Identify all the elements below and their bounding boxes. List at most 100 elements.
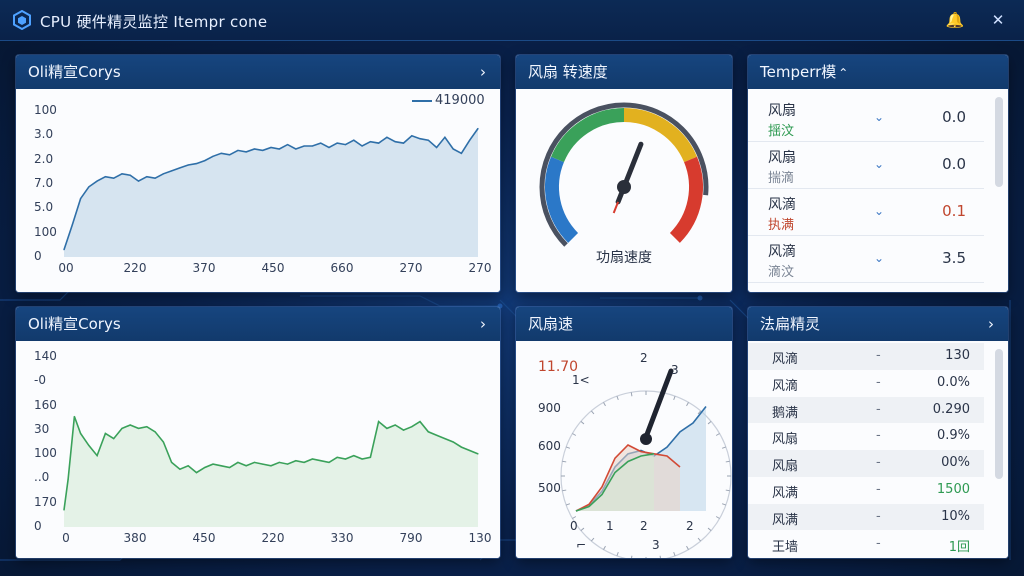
temp-list-row[interactable]: 风滴 滴汶 ⌄ 3.5 (748, 236, 984, 283)
dial-tick (673, 551, 676, 557)
x-tick-label: 330 (330, 531, 354, 545)
temp-list-row[interactable]: 风扇 揣滴 ⌄ 0.0 (748, 142, 984, 189)
dial-tick (565, 446, 571, 449)
fan-separator: - (876, 401, 881, 417)
dial-tick (721, 503, 727, 506)
data-point (469, 139, 471, 141)
y-tick-label: 100 (34, 103, 57, 117)
data-point (452, 441, 454, 443)
x-tick-label: 0 (570, 519, 578, 533)
chevron-right-icon[interactable]: › (988, 307, 994, 341)
chevron-up-icon[interactable]: ⌃ (838, 66, 848, 80)
scrollbar[interactable] (995, 349, 1003, 479)
legend-label: 419000 (435, 93, 485, 108)
fan-name: 风滴 (772, 378, 799, 394)
data-point (394, 141, 396, 143)
data-point (245, 151, 247, 153)
gauge-area: 功扇速度 (516, 89, 732, 292)
sensor-name: 风扇 (768, 150, 796, 166)
chevron-down-icon[interactable]: ⌄ (874, 110, 884, 124)
panel-header: 风扇 转速度 (516, 55, 732, 89)
panel-title: Oli精宣Corys (28, 315, 121, 333)
data-point (129, 174, 131, 176)
temp-list-row[interactable]: 风滴 执满 ⌄ 0.1 (748, 189, 984, 236)
y-tick-label: 170 (34, 494, 57, 509)
data-point (286, 463, 289, 465)
fan-name: 风满 (772, 486, 799, 501)
fan-table-row[interactable]: 风滴 - 0.0% (748, 370, 984, 397)
data-point (88, 186, 90, 188)
dial-tick (580, 420, 585, 425)
window-title: CPU 硬件精灵监控 Itempr cone (40, 13, 268, 31)
data-point (311, 458, 313, 460)
fan-table-row[interactable]: 风滴 - 130 (748, 343, 984, 370)
data-point (328, 146, 330, 149)
chevron-down-icon[interactable]: ⌄ (874, 157, 884, 171)
panel-title: Oli精宣Corys (28, 63, 121, 81)
data-point (320, 142, 322, 144)
chevron-down-icon[interactable]: ⌄ (874, 251, 884, 265)
gauge-arc-yellow (623, 108, 697, 163)
data-point (262, 149, 264, 152)
data-point (460, 152, 463, 154)
bell-icon[interactable]: 🔔 (944, 9, 966, 31)
data-point (444, 438, 446, 440)
gauge-hub (617, 180, 631, 194)
y-tick-label: 500 (538, 481, 561, 495)
fan-value: 00% (941, 455, 970, 471)
data-point (369, 141, 371, 143)
dial-tick (580, 527, 585, 532)
series-area (64, 416, 478, 527)
data-point (162, 441, 164, 443)
x-tick-label: 2 (640, 519, 648, 533)
chevron-down-icon[interactable]: ⌄ (874, 204, 884, 218)
chevron-right-icon[interactable]: › (480, 55, 486, 89)
fan-table-row[interactable]: 王墙 - 1回 (748, 531, 984, 558)
data-point (344, 458, 347, 460)
fan-table-row[interactable]: 风扇 - 00% (748, 450, 984, 477)
data-point (237, 461, 239, 463)
chevron-right-icon[interactable]: › (480, 307, 486, 341)
fan-speed-panel: 风扇速 11.70 2 3 1< 900 600 500 0 1 2 2 ⌐ 3 (516, 307, 732, 558)
data-point (237, 149, 239, 152)
data-point (195, 162, 198, 165)
scrollbar[interactable] (995, 97, 1003, 187)
dial-tick (659, 555, 661, 558)
data-point (460, 446, 463, 448)
dial-tick (562, 489, 567, 492)
fan-table-row[interactable]: 风扇 - 0.9% (748, 423, 984, 450)
chart-area: 140 -0 160 30 100 ..0 170 0 0 380 450 220 330 790 130 (16, 341, 500, 558)
cores-area-chart (63, 415, 479, 527)
fan-name: 风滴 (772, 352, 799, 367)
data-point (204, 466, 206, 469)
data-point (436, 434, 438, 436)
dial-foot-label: ⌐ (576, 538, 587, 552)
sensor-name: 风扇 (768, 103, 796, 119)
data-point (212, 155, 214, 157)
chart-legend: 419000 (412, 93, 485, 108)
fan-separator: - (876, 428, 881, 444)
dial-tick (616, 551, 619, 557)
data-point (137, 180, 140, 182)
close-icon[interactable]: ✕ (987, 9, 1009, 31)
data-point (278, 461, 280, 463)
data-point (187, 465, 189, 467)
dial-tick (686, 402, 689, 407)
data-point (336, 456, 338, 458)
fan-name: 王墙 (772, 539, 799, 555)
fan-table-row[interactable]: 风满 - 1500 (748, 477, 984, 504)
fan-value: 1500 (936, 482, 970, 497)
fan-table-row[interactable]: 风满 - 10% (748, 503, 984, 531)
fan-table-row[interactable]: 鹅满 - 0.290 (748, 396, 984, 424)
title-bar: CPU 硬件精灵监控 Itempr cone 🔔 ✕ (0, 0, 1024, 41)
fan-value: 0.0% (936, 374, 970, 390)
data-point (146, 176, 148, 178)
temp-list-row[interactable]: 风扇 揺汶 ⌄ 0.0 (748, 95, 984, 142)
dial-tick (572, 433, 577, 436)
dial-tick (707, 527, 712, 532)
data-point (171, 170, 173, 172)
fan-separator: - (876, 482, 881, 497)
data-point (129, 424, 131, 426)
data-point (220, 152, 222, 154)
data-point (229, 154, 231, 156)
